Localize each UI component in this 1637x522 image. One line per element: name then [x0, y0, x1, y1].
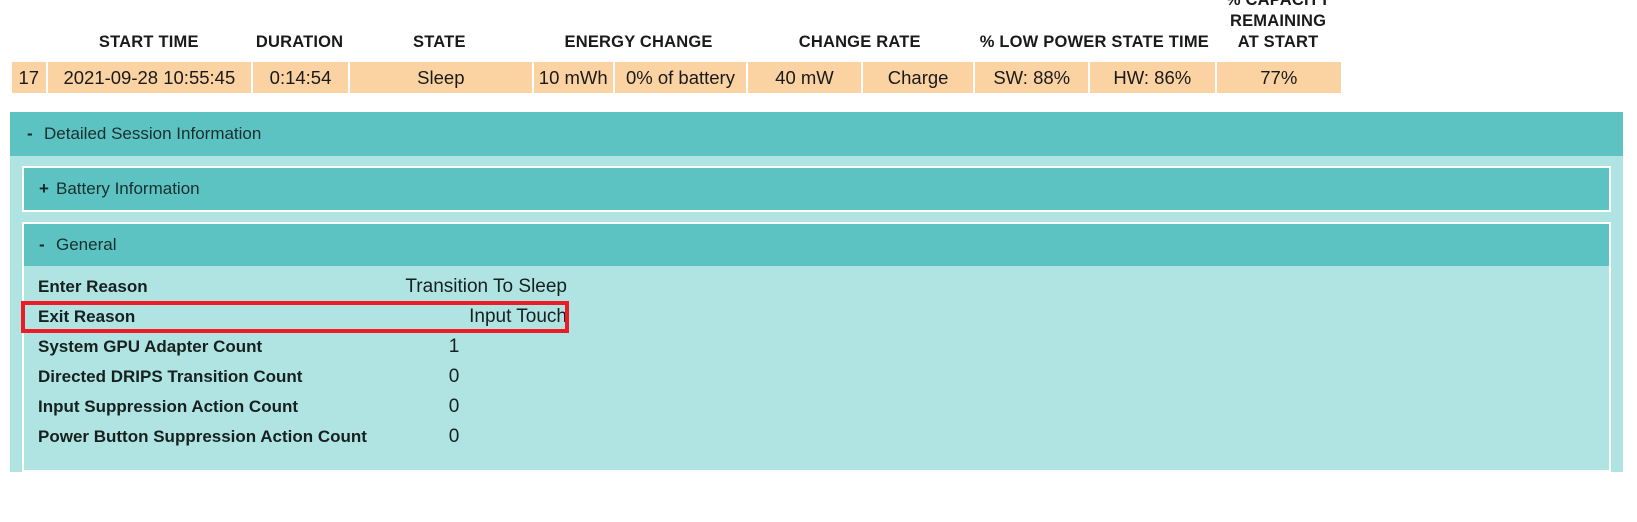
detail-row-label: Enter Reason: [38, 277, 148, 296]
summary-table-header-row: START TIME DURATION STATE ENERGY CHANGE …: [12, 0, 1341, 62]
column-header-capacity-remaining: % CAPACITY REMAINING AT START: [1226, 0, 1330, 51]
detail-row-value: 0: [448, 396, 460, 417]
general-rows: Enter Reason Transition To Sleep Exit Re…: [24, 266, 1609, 470]
collapse-toggle-icon[interactable]: -: [27, 124, 44, 144]
column-header-duration: DURATION: [255, 32, 344, 51]
detail-row-label: Exit Reason: [38, 307, 136, 326]
detail-row-label: Power Button Suppression Action Count: [38, 427, 367, 446]
detailed-session-information-header[interactable]: - Detailed Session Information: [10, 112, 1623, 156]
detail-row-value: 0: [448, 426, 460, 447]
report-page: START TIME DURATION STATE ENERGY CHANGE …: [0, 0, 1637, 522]
cell-session-index: 17: [12, 62, 46, 93]
column-header-change-rate: CHANGE RATE: [798, 32, 921, 51]
cell-capacity-remaining: 77%: [1216, 62, 1342, 93]
session-summary-table: START TIME DURATION STATE ENERGY CHANGE …: [12, 0, 1342, 93]
detail-row-label: Directed DRIPS Transition Count: [38, 367, 303, 386]
detail-row: Enter Reason Transition To Sleep: [24, 272, 1609, 302]
detailed-session-information-panel: - Detailed Session Information + Battery…: [10, 112, 1623, 482]
detail-row: Power Button Suppression Action Count 0: [24, 422, 1609, 452]
expand-toggle-icon[interactable]: +: [39, 179, 56, 199]
cell-low-power-sw: SW: 88%: [975, 62, 1089, 93]
cell-change-rate: 40 mW: [748, 62, 861, 93]
cell-energy-change-mwh: 10 mWh: [533, 62, 613, 93]
detail-row-label: System GPU Adapter Count: [38, 337, 263, 356]
general-title: General: [56, 235, 117, 254]
cell-energy-change-pct: 0% of battery: [614, 62, 747, 93]
cell-state: Sleep: [349, 62, 532, 93]
detailed-session-information-body: + Battery Information - General Enter Re…: [10, 156, 1623, 472]
detail-row-value: 1: [448, 336, 460, 357]
detail-row: Input Suppression Action Count 0: [24, 392, 1609, 422]
detail-row: System GPU Adapter Count 1: [24, 332, 1609, 362]
column-header-energy-change: ENERGY CHANGE: [564, 32, 713, 51]
cell-low-power-hw: HW: 86%: [1090, 62, 1215, 93]
battery-information-header[interactable]: + Battery Information: [24, 168, 1609, 210]
session-summary-row[interactable]: 17 2021-09-28 10:55:45 0:14:54 Sleep 10 …: [12, 62, 1342, 93]
collapse-toggle-icon[interactable]: -: [39, 235, 56, 255]
detail-row-value: 0: [448, 366, 460, 387]
detail-row-value: Transition To Sleep: [405, 276, 567, 297]
general-section: - General Enter Reason Transition To Sle…: [22, 222, 1611, 472]
column-header-start-time: START TIME: [98, 32, 199, 51]
detail-row-label: Input Suppression Action Count: [38, 397, 299, 416]
cell-change-direction: Charge: [862, 62, 974, 93]
detail-row-value: Input Touch: [469, 306, 567, 327]
battery-information-title: Battery Information: [56, 179, 200, 198]
column-header-state: STATE: [413, 32, 466, 51]
cell-start-time: 2021-09-28 10:55:45: [47, 62, 252, 93]
cell-duration: 0:14:54: [253, 62, 348, 93]
detailed-session-information-title: Detailed Session Information: [44, 124, 262, 143]
detail-row: Directed DRIPS Transition Count 0: [24, 362, 1609, 392]
battery-information-section: + Battery Information: [22, 166, 1611, 212]
column-header-index: [12, 53, 46, 62]
detail-row: Exit Reason Input Touch: [24, 302, 1609, 332]
column-header-low-power-state-time: % LOW POWER STATE TIME: [979, 32, 1209, 51]
general-header[interactable]: - General: [24, 224, 1609, 266]
